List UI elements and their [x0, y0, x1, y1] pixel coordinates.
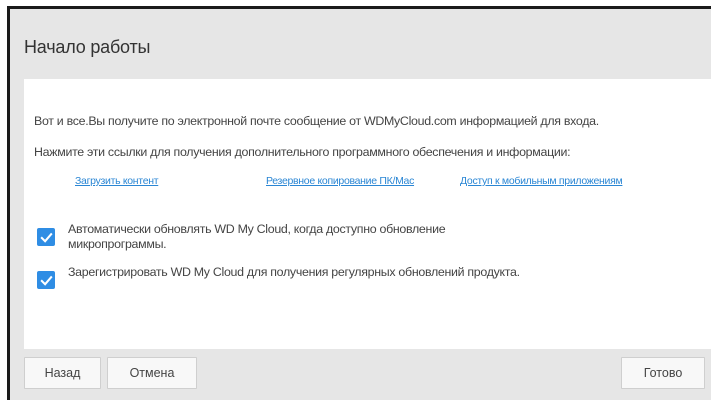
pc-mac-backup-link[interactable]: Резервное копирование ПК/Mac	[266, 175, 414, 187]
auto-update-checkbox[interactable]	[37, 228, 55, 246]
register-checkbox[interactable]	[37, 271, 55, 289]
done-button[interactable]: Готово	[621, 357, 705, 389]
register-label: Зарегистрировать WD My Cloud для получен…	[68, 265, 520, 279]
back-button[interactable]: Назад	[24, 357, 101, 389]
content-panel: Вот и все.Вы получите по электронной поч…	[24, 79, 712, 349]
info-message: Вот и все.Вы получите по электронной поч…	[34, 114, 599, 128]
dialog-title: Начало работы	[24, 37, 151, 57]
auto-update-label: Автоматически обновлять WD My Cloud, ког…	[68, 222, 446, 251]
checkmark-icon	[39, 232, 53, 243]
links-intro-text: Нажмите эти ссылки для получения дополни…	[34, 145, 571, 159]
mobile-apps-link[interactable]: Доступ к мобильным приложениям	[460, 175, 623, 187]
cancel-button[interactable]: Отмена	[107, 357, 197, 389]
download-content-link[interactable]: Загрузить контент	[75, 175, 159, 187]
getting-started-dialog: Начало работы Вот и все.Вы получите по э…	[7, 6, 712, 400]
checkmark-icon	[39, 275, 53, 286]
